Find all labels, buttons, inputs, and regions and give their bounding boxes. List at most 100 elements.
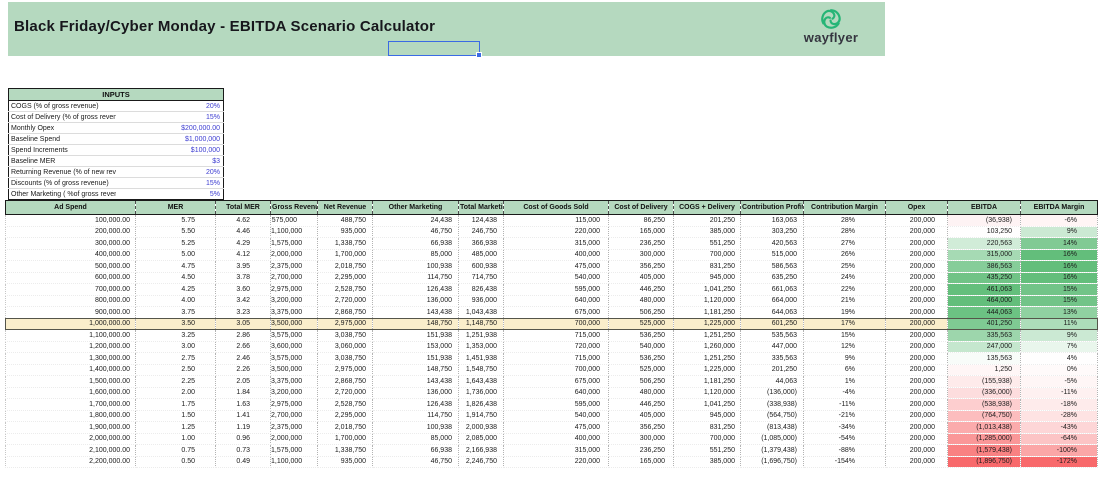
scenario-cell[interactable]: 0.49 — [215, 456, 271, 468]
scenario-cell[interactable]: 1,600,000.00 — [5, 387, 136, 399]
scenario-cell[interactable]: 1.41 — [215, 410, 271, 422]
scenario-cell[interactable]: 420,563 — [740, 237, 804, 250]
scenario-cell[interactable]: -43% — [1020, 421, 1098, 434]
scenario-cell[interactable]: 3,600,000 — [270, 341, 318, 353]
scenario-cell[interactable]: 1,700,000 — [317, 249, 373, 261]
scenario-cell[interactable]: 4.46 — [215, 226, 271, 238]
scenario-cell[interactable]: 247,000 — [947, 341, 1021, 353]
scenario-cell[interactable]: 2.66 — [215, 341, 271, 353]
scenario-cell[interactable]: 21% — [803, 295, 886, 307]
scenario-cell[interactable]: 385,000 — [673, 456, 741, 468]
scenario-cell[interactable]: 1,700,000 — [317, 433, 373, 445]
scenario-cell[interactable]: -4% — [803, 387, 886, 399]
scenario-cell[interactable]: 1,043,438 — [458, 306, 504, 319]
scenario-cell[interactable]: 153,000 — [372, 341, 459, 353]
scenario-cell[interactable]: 1,500,000.00 — [5, 375, 136, 388]
scenario-cell[interactable]: 480,000 — [608, 295, 674, 307]
scenario-cell[interactable]: 0.50 — [135, 456, 216, 468]
scenario-cell[interactable]: 715,000 — [503, 329, 609, 342]
scenario-cell[interactable]: 1.63 — [215, 398, 271, 411]
input-value-cell[interactable]: 15% — [116, 111, 224, 123]
scenario-cell[interactable]: 831,250 — [673, 260, 741, 273]
scenario-cell[interactable]: 3.05 — [215, 317, 271, 330]
scenario-cell[interactable]: 315,000 — [947, 249, 1021, 261]
scenario-cell[interactable]: 12% — [803, 341, 886, 353]
scenario-cell[interactable]: 525,000 — [608, 364, 674, 376]
scenario-cell[interactable]: 16% — [1020, 249, 1098, 261]
scenario-cell[interactable]: 2,200,000.00 — [5, 456, 136, 468]
scenario-cell[interactable]: 200,000 — [885, 433, 948, 445]
scenario-cell[interactable]: 1,120,000 — [673, 387, 741, 399]
scenario-cell[interactable]: 2,700,000 — [270, 410, 318, 422]
scenario-cell[interactable]: 1.75 — [135, 398, 216, 411]
scenario-cell[interactable]: 165,000 — [608, 226, 674, 238]
scenario-cell[interactable]: 9% — [1020, 226, 1098, 238]
scenario-cell[interactable]: 200,000 — [885, 306, 948, 319]
scenario-cell[interactable]: 151,938 — [372, 329, 459, 342]
scenario-cell[interactable]: 3,500,000 — [270, 317, 318, 330]
scenario-cell[interactable]: 28% — [803, 226, 886, 238]
scenario-cell[interactable]: 315,000 — [503, 444, 609, 457]
scenario-cell[interactable]: 5.75 — [135, 214, 216, 227]
scenario-cell[interactable]: 1,548,750 — [458, 364, 504, 376]
scenario-cell[interactable]: -100% — [1020, 444, 1098, 457]
scenario-cell[interactable]: 2,000,000.00 — [5, 433, 136, 445]
scenario-cell[interactable]: 3,375,000 — [270, 306, 318, 319]
scenario-cell[interactable]: 1.00 — [135, 433, 216, 445]
scenario-cell[interactable]: 826,438 — [458, 283, 504, 296]
scenario-cell[interactable]: 143,438 — [372, 375, 459, 388]
scenario-cell[interactable]: 2,085,000 — [458, 433, 504, 445]
scenario-cell[interactable]: 506,250 — [608, 306, 674, 319]
scenario-cell[interactable]: -34% — [803, 421, 886, 434]
column-header-contribution-profit[interactable]: Contribution Profit — [740, 200, 804, 215]
scenario-cell[interactable]: 3.78 — [215, 272, 271, 284]
scenario-cell[interactable]: 1,251,250 — [673, 329, 741, 342]
scenario-cell[interactable]: 644,063 — [740, 306, 804, 319]
scenario-cell[interactable]: 1,914,750 — [458, 410, 504, 422]
scenario-cell[interactable]: 66,938 — [372, 444, 459, 457]
scenario-cell[interactable]: 3,575,000 — [270, 352, 318, 365]
scenario-cell[interactable]: 3,060,000 — [317, 341, 373, 353]
scenario-cell[interactable]: 11% — [1020, 317, 1098, 330]
scenario-cell[interactable]: 600,000.00 — [5, 272, 136, 284]
scenario-cell[interactable]: 1,041,250 — [673, 398, 741, 411]
scenario-cell[interactable]: 2,528,750 — [317, 398, 373, 411]
scenario-cell[interactable]: 1,181,250 — [673, 375, 741, 388]
scenario-cell[interactable]: 400,000.00 — [5, 249, 136, 261]
scenario-cell[interactable]: 640,000 — [503, 387, 609, 399]
scenario-cell[interactable]: 2,166,938 — [458, 444, 504, 457]
scenario-cell[interactable]: 100,938 — [372, 421, 459, 434]
scenario-cell[interactable]: 506,250 — [608, 375, 674, 388]
scenario-cell[interactable]: 200,000 — [885, 237, 948, 250]
scenario-cell[interactable]: 5.50 — [135, 226, 216, 238]
column-header-total-marketing[interactable]: Total Marketing — [458, 200, 504, 215]
scenario-cell[interactable]: -6% — [1020, 214, 1098, 227]
scenario-cell[interactable]: 4.29 — [215, 237, 271, 250]
scenario-cell[interactable]: 401,250 — [947, 317, 1021, 330]
scenario-cell[interactable]: 1,250 — [947, 364, 1021, 376]
scenario-cell[interactable]: 1,643,438 — [458, 375, 504, 388]
scenario-cell[interactable]: 300,000 — [608, 249, 674, 261]
scenario-cell[interactable]: 165,000 — [608, 456, 674, 468]
scenario-cell[interactable]: 3,375,000 — [270, 375, 318, 388]
input-value-cell[interactable]: $100,000 — [116, 144, 224, 156]
scenario-cell[interactable]: 200,000 — [885, 260, 948, 273]
scenario-cell[interactable]: 16% — [1020, 260, 1098, 273]
column-header-gross-revenue[interactable]: Gross Revenue — [270, 200, 318, 215]
scenario-cell[interactable]: 700,000 — [673, 249, 741, 261]
column-header-net-revenue[interactable]: Net Revenue — [317, 200, 373, 215]
scenario-cell[interactable]: 1,575,000 — [270, 237, 318, 250]
scenario-cell[interactable]: 136,000 — [372, 295, 459, 307]
scenario-cell[interactable]: 640,000 — [503, 295, 609, 307]
scenario-cell[interactable]: 700,000 — [503, 317, 609, 330]
scenario-cell[interactable]: (538,938) — [947, 398, 1021, 411]
scenario-cell[interactable]: 700,000 — [673, 433, 741, 445]
scenario-cell[interactable]: 5.00 — [135, 249, 216, 261]
scenario-cell[interactable]: -28% — [1020, 410, 1098, 422]
scenario-cell[interactable]: 86,250 — [608, 214, 674, 227]
scenario-cell[interactable]: (1,379,438) — [740, 444, 804, 457]
scenario-cell[interactable]: 551,250 — [673, 237, 741, 250]
scenario-cell[interactable]: 236,250 — [608, 237, 674, 250]
scenario-cell[interactable]: 444,063 — [947, 306, 1021, 319]
scenario-cell[interactable]: 2,000,000 — [270, 249, 318, 261]
